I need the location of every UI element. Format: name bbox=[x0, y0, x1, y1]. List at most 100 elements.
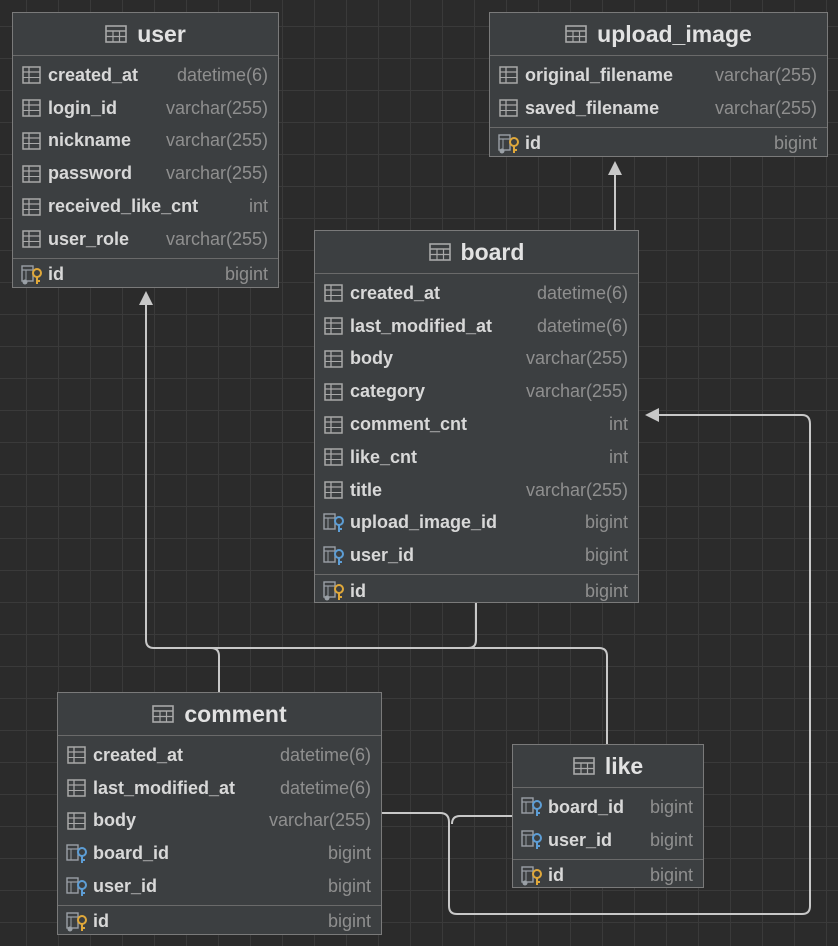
column-type: varchar(255) bbox=[165, 228, 268, 249]
edge-like-user[interactable] bbox=[468, 647, 608, 744]
column-name: created_at bbox=[350, 282, 441, 303]
column-row[interactable]: category varchar(255) bbox=[315, 375, 638, 408]
column-type: bigint bbox=[224, 264, 268, 285]
column-type: int bbox=[248, 196, 268, 217]
user-table-header[interactable]: user bbox=[13, 13, 278, 56]
column-type: bigint bbox=[584, 545, 628, 566]
column-name: last_modified_at bbox=[350, 315, 493, 336]
like-table-header[interactable]: like bbox=[513, 745, 703, 788]
board-table[interactable]: board created_at datetime(6) last_modified… bbox=[314, 230, 639, 603]
primary-key-row[interactable]: id bigint bbox=[315, 575, 638, 607]
column-name: last_modified_at bbox=[93, 777, 236, 798]
primary-key-section: id bigint bbox=[490, 126, 827, 160]
column-name: body bbox=[93, 810, 136, 831]
column-name: id bbox=[548, 865, 564, 886]
column-name: id bbox=[525, 133, 541, 154]
column-type: varchar(255) bbox=[165, 163, 268, 184]
foreign-key-column-icon bbox=[323, 513, 344, 532]
column-name: id bbox=[93, 911, 109, 932]
column-type: datetime(6) bbox=[279, 744, 371, 765]
column-icon bbox=[324, 481, 343, 499]
board-table-header[interactable]: board bbox=[315, 231, 638, 274]
column-row[interactable]: saved_filename varchar(255) bbox=[490, 92, 827, 125]
column-row[interactable]: nickname varchar(255) bbox=[13, 125, 278, 158]
foreign-key-column-icon bbox=[323, 546, 344, 565]
primary-key-row[interactable]: id bigint bbox=[58, 906, 381, 938]
column-row[interactable]: title varchar(255) bbox=[315, 474, 638, 507]
primary-key-section: id bigint bbox=[315, 574, 638, 607]
table-icon bbox=[105, 25, 128, 43]
foreign-key-column-icon bbox=[521, 797, 542, 817]
column-row[interactable]: like_cnt int bbox=[315, 441, 638, 474]
column-name: body bbox=[350, 348, 393, 369]
column-name: created_at bbox=[93, 744, 184, 765]
user-table[interactable]: user created_at datetime(6) login_id varcha… bbox=[12, 12, 279, 288]
column-row[interactable]: created_at datetime(6) bbox=[13, 59, 278, 92]
column-type: varchar(255) bbox=[525, 348, 628, 369]
foreign-key-column-row[interactable]: user_id bigint bbox=[513, 824, 703, 857]
column-type: bigint bbox=[327, 843, 371, 864]
column-icon bbox=[324, 383, 343, 401]
column-row[interactable]: created_at datetime(6) bbox=[315, 277, 638, 310]
column-name: id bbox=[48, 264, 64, 285]
column-name: category bbox=[350, 381, 426, 402]
upload-image-table-header[interactable]: upload_image bbox=[490, 13, 827, 56]
column-name: upload_image_id bbox=[350, 512, 498, 533]
column-name: user_id bbox=[350, 545, 415, 566]
primary-key-section: id bigint bbox=[58, 904, 381, 938]
table-title: board bbox=[460, 238, 525, 265]
table-icon bbox=[565, 25, 587, 43]
column-row[interactable]: original_filename varchar(255) bbox=[490, 59, 827, 92]
primary-key-section: id bigint bbox=[13, 257, 278, 291]
column-list: original_filename varchar(255) saved_filen… bbox=[490, 56, 827, 125]
column-type: datetime(6) bbox=[536, 282, 628, 303]
column-row[interactable]: received_like_cnt int bbox=[13, 190, 278, 223]
column-name: like_cnt bbox=[350, 446, 418, 467]
column-row[interactable]: last_modified_at datetime(6) bbox=[58, 772, 381, 805]
primary-key-icon bbox=[521, 865, 542, 886]
column-name: nickname bbox=[48, 130, 132, 151]
column-icon bbox=[22, 197, 41, 216]
column-icon bbox=[324, 415, 343, 434]
comment-table-header[interactable]: comment bbox=[58, 693, 381, 736]
table-title: like bbox=[604, 752, 644, 779]
column-name: user_id bbox=[548, 829, 613, 850]
edge-like-board[interactable] bbox=[451, 815, 512, 825]
column-icon bbox=[22, 99, 41, 117]
column-name: user_role bbox=[48, 228, 130, 249]
foreign-key-column-icon bbox=[66, 876, 87, 896]
column-icon bbox=[22, 66, 41, 85]
table-title: upload_image bbox=[597, 20, 752, 47]
column-row[interactable]: login_id varchar(255) bbox=[13, 92, 278, 125]
table-title: user bbox=[137, 20, 186, 47]
column-type: bigint bbox=[649, 865, 693, 886]
primary-key-row[interactable]: id bigint bbox=[490, 128, 827, 160]
like-table[interactable]: like board_id bigint user_id bigint id bigi… bbox=[512, 744, 704, 888]
column-row[interactable]: password varchar(255) bbox=[13, 157, 278, 190]
primary-key-icon bbox=[323, 581, 344, 601]
primary-key-section: id bigint bbox=[513, 858, 703, 892]
upload-image-table[interactable]: upload_image original_filename varchar(25… bbox=[489, 12, 828, 157]
column-row[interactable]: last_modified_at datetime(6) bbox=[315, 310, 638, 343]
table-title: comment bbox=[184, 700, 287, 727]
column-row[interactable]: body varchar(255) bbox=[315, 343, 638, 376]
foreign-key-column-row[interactable]: board_id bigint bbox=[58, 837, 381, 870]
column-row[interactable]: created_at datetime(6) bbox=[58, 739, 381, 772]
column-row[interactable]: body varchar(255) bbox=[58, 805, 381, 838]
column-row[interactable]: user_role varchar(255) bbox=[13, 223, 278, 256]
edge-comment-user[interactable] bbox=[210, 647, 220, 692]
primary-key-icon bbox=[21, 265, 42, 285]
foreign-key-column-row[interactable]: user_id bigint bbox=[315, 539, 638, 572]
column-icon bbox=[22, 132, 41, 150]
primary-key-row[interactable]: id bigint bbox=[13, 259, 278, 291]
primary-key-row[interactable]: id bigint bbox=[513, 860, 703, 892]
column-type: bigint bbox=[649, 829, 693, 850]
foreign-key-column-row[interactable]: user_id bigint bbox=[58, 870, 381, 903]
column-name: saved_filename bbox=[525, 97, 660, 118]
column-name: created_at bbox=[48, 64, 139, 85]
foreign-key-column-row[interactable]: board_id bigint bbox=[513, 791, 703, 824]
foreign-key-column-row[interactable]: upload_image_id bigint bbox=[315, 507, 638, 540]
column-icon bbox=[324, 317, 343, 335]
column-row[interactable]: comment_cnt int bbox=[315, 408, 638, 441]
comment-table[interactable]: comment created_at datetime(6) last_modifi… bbox=[57, 692, 382, 935]
